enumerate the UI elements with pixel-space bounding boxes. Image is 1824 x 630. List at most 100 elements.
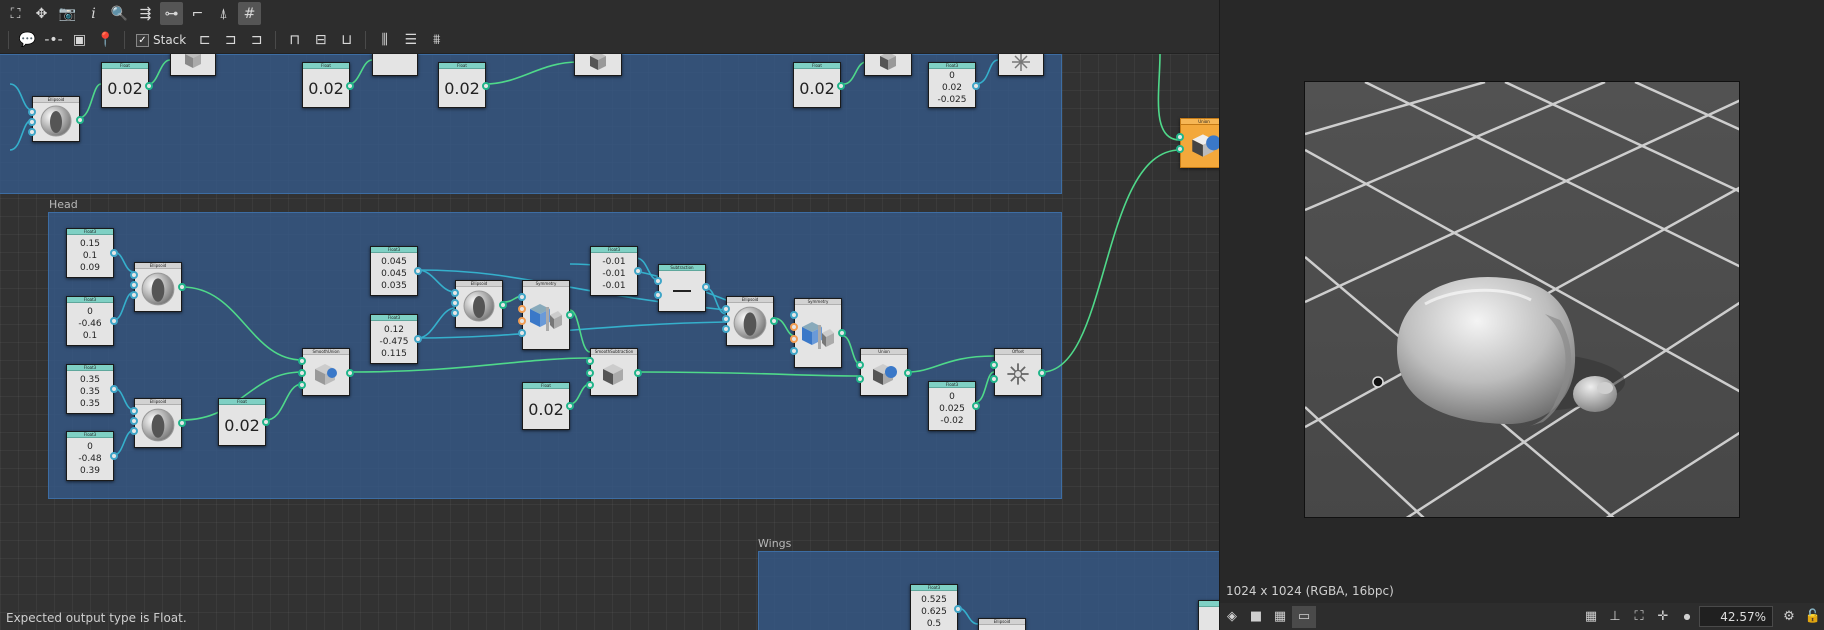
link-path-icon[interactable]: ⌐	[186, 2, 209, 25]
zoom-dot-icon[interactable]: ●	[1675, 606, 1699, 628]
node-symmetry-head-2[interactable]: Symmetry	[790, 298, 846, 368]
camera-icon[interactable]: 📷	[56, 2, 79, 25]
cube-icon	[880, 51, 896, 70]
node-float-head-blend[interactable]: Float 0.02	[218, 398, 270, 446]
symmetry-icon	[530, 304, 562, 332]
checker-background-icon[interactable]: ▦	[1268, 606, 1292, 628]
node-float-top-2[interactable]: Float 0.02	[302, 62, 354, 108]
float-value: 0.02	[224, 415, 260, 435]
black-background-icon[interactable]: ■	[1244, 606, 1268, 628]
graph-editor[interactable]: Head Wings Ellipsoid Float 0.02 Float 0.…	[0, 0, 1219, 630]
float-value: 0.02	[799, 78, 835, 98]
dot-node-icon[interactable]: -•-	[42, 29, 65, 52]
node-symmetry-head-1[interactable]: Symmetry	[518, 280, 574, 350]
node-ellipsoid-wings[interactable]: Ellipsoid	[978, 618, 1026, 630]
settings-icon[interactable]: ⚙	[1777, 606, 1801, 628]
align-bottom-icon[interactable]: ⊔	[335, 29, 358, 52]
frame-head[interactable]	[48, 212, 1062, 499]
ellipsoid-icon	[141, 408, 175, 442]
resolution-label: 1024 x 1024 (RGBA, 16bpc)	[1226, 584, 1394, 598]
node-float3-wings-a[interactable]: Float3 0.525 0.625 0.5	[910, 584, 962, 630]
symmetry-icon	[802, 322, 834, 350]
ellipsoid-icon	[463, 290, 495, 322]
layout-tree-icon[interactable]: ⊶	[160, 2, 183, 25]
node-float-top-1[interactable]: Float 0.02	[101, 62, 153, 108]
layers-icon[interactable]: ◈	[1220, 606, 1244, 628]
align-center-icon[interactable]: ⊐	[219, 29, 242, 52]
frame-wings-title: Wings	[758, 537, 792, 550]
viewer-toolbar: ◈ ■ ▦ ▭ ▦ ⊥ ⛶ ✛ ● ⚙ 🔓	[1220, 603, 1824, 630]
node-wings-partial[interactable]	[1198, 600, 1219, 630]
align-top-icon[interactable]: ⊓	[283, 29, 306, 52]
pin-icon[interactable]: 📍	[94, 29, 117, 52]
node-float3-head-e[interactable]: Float3 0.045 0.045 0.035	[370, 246, 422, 296]
node-float-top-3[interactable]: Float 0.02	[438, 62, 490, 108]
pan-icon[interactable]: ✛	[1651, 606, 1675, 628]
smooth-union-icon	[315, 364, 337, 386]
cube-icon	[590, 51, 606, 70]
distribute-icon[interactable]: ⩩	[425, 29, 448, 52]
align-middle-icon[interactable]: ⊟	[309, 29, 332, 52]
node-ellipsoid-head-3[interactable]: Ellipsoid	[451, 280, 507, 328]
render-viewport[interactable]	[1304, 81, 1740, 518]
node-ellipsoid-head-1[interactable]: Ellipsoid	[130, 262, 186, 312]
node-smooth-union-head[interactable]: SmoothUnion	[298, 348, 354, 396]
node-ellipsoid-head-2[interactable]: Ellipsoid	[130, 398, 186, 448]
stack-label: Stack	[153, 33, 187, 47]
distribute-h-icon[interactable]: ⫼	[373, 29, 396, 52]
node-float3-head-h[interactable]: Float3 0 0.025 -0.02	[928, 381, 980, 431]
node-float3-head-g[interactable]: Float3 -0.01 -0.01 -0.01	[590, 246, 642, 296]
grid-icon[interactable]: #	[238, 2, 261, 25]
lock-icon[interactable]: 🔓	[1801, 606, 1824, 628]
union-icon	[873, 364, 897, 386]
node-float3-head-f[interactable]: Float3 0.12 -0.475 0.115	[370, 314, 422, 364]
node-float-top-4[interactable]: Float 0.02	[793, 62, 845, 108]
node-float3-head-c[interactable]: Float3 0.35 0.35 0.35	[66, 364, 118, 414]
render-mode-icon[interactable]: ▭	[1292, 605, 1316, 628]
node-ellipsoid-head-4[interactable]: Ellipsoid	[722, 296, 778, 346]
distribute-v-icon[interactable]: ☰	[399, 29, 422, 52]
fit-view-icon[interactable]: ⛶	[1627, 606, 1651, 628]
comment-icon[interactable]: 💬	[16, 29, 39, 52]
stack-checkbox[interactable]: ✓	[136, 33, 149, 47]
align-left-icon[interactable]: ⊏	[193, 29, 216, 52]
node-float3-head-a[interactable]: Float3 0.15 0.1 0.09	[66, 228, 118, 278]
connect-icon[interactable]: ⇶	[134, 2, 157, 25]
grid-view-icon[interactable]: ▦	[1579, 606, 1603, 628]
float-value: 0.02	[528, 399, 564, 419]
node-smooth-subtraction-head[interactable]: SmoothSubtraction	[586, 348, 642, 396]
float-value: 0.02	[107, 78, 143, 98]
node-float-head-sub[interactable]: Float 0.02	[522, 382, 574, 430]
clean-icon[interactable]: ⍋	[212, 2, 235, 25]
transform-icon	[1007, 363, 1029, 385]
frame-icon[interactable]: ▣	[68, 29, 91, 52]
app-root: Head Wings Ellipsoid Float 0.02 Float 0.…	[0, 0, 1824, 630]
frame-all-icon[interactable]: ⛶	[4, 2, 27, 25]
axis-icon[interactable]: ⊥	[1603, 606, 1627, 628]
float-value: 0.02	[308, 78, 344, 98]
node-union-head[interactable]: Union	[856, 348, 912, 396]
stack-toggle[interactable]: ✓ Stack	[136, 33, 186, 47]
align-right-icon[interactable]: ⊐	[245, 29, 268, 52]
render-preview	[1305, 82, 1739, 517]
union-icon	[1192, 134, 1219, 158]
minus-icon	[673, 290, 691, 292]
search-icon[interactable]: 🔍	[108, 2, 131, 25]
frame-head-title: Head	[49, 198, 78, 211]
ellipsoid-icon	[141, 272, 175, 306]
node-ellipsoid-body[interactable]: Ellipsoid	[28, 96, 84, 142]
ellipsoid-icon	[40, 105, 72, 137]
node-offset-head[interactable]: Offset	[990, 348, 1046, 396]
smooth-subtraction-icon	[603, 364, 623, 386]
status-message: Expected output type is Float.	[6, 611, 187, 625]
node-union-selected[interactable]: Union	[1176, 118, 1219, 168]
move-icon[interactable]: ✥	[30, 2, 53, 25]
node-float3-head-d[interactable]: Float3 0 -0.48 0.39	[66, 431, 118, 481]
node-float3-head-b[interactable]: Float3 0 -0.46 0.1	[66, 296, 118, 346]
info-icon[interactable]: i	[82, 2, 105, 25]
zoom-input[interactable]	[1699, 606, 1773, 627]
node-subtraction-float3[interactable]: Subtraction	[654, 264, 710, 312]
ellipsoid-icon	[733, 306, 767, 340]
node-float3-top[interactable]: Float3 0 0.02 -0.025	[928, 62, 980, 108]
graph-toolbar-secondary: 💬 -•- ▣ 📍 ✓ Stack ⊏ ⊐ ⊐ ⊓ ⊟ ⊔ ⫼ ☰ ⩩	[0, 27, 1219, 54]
